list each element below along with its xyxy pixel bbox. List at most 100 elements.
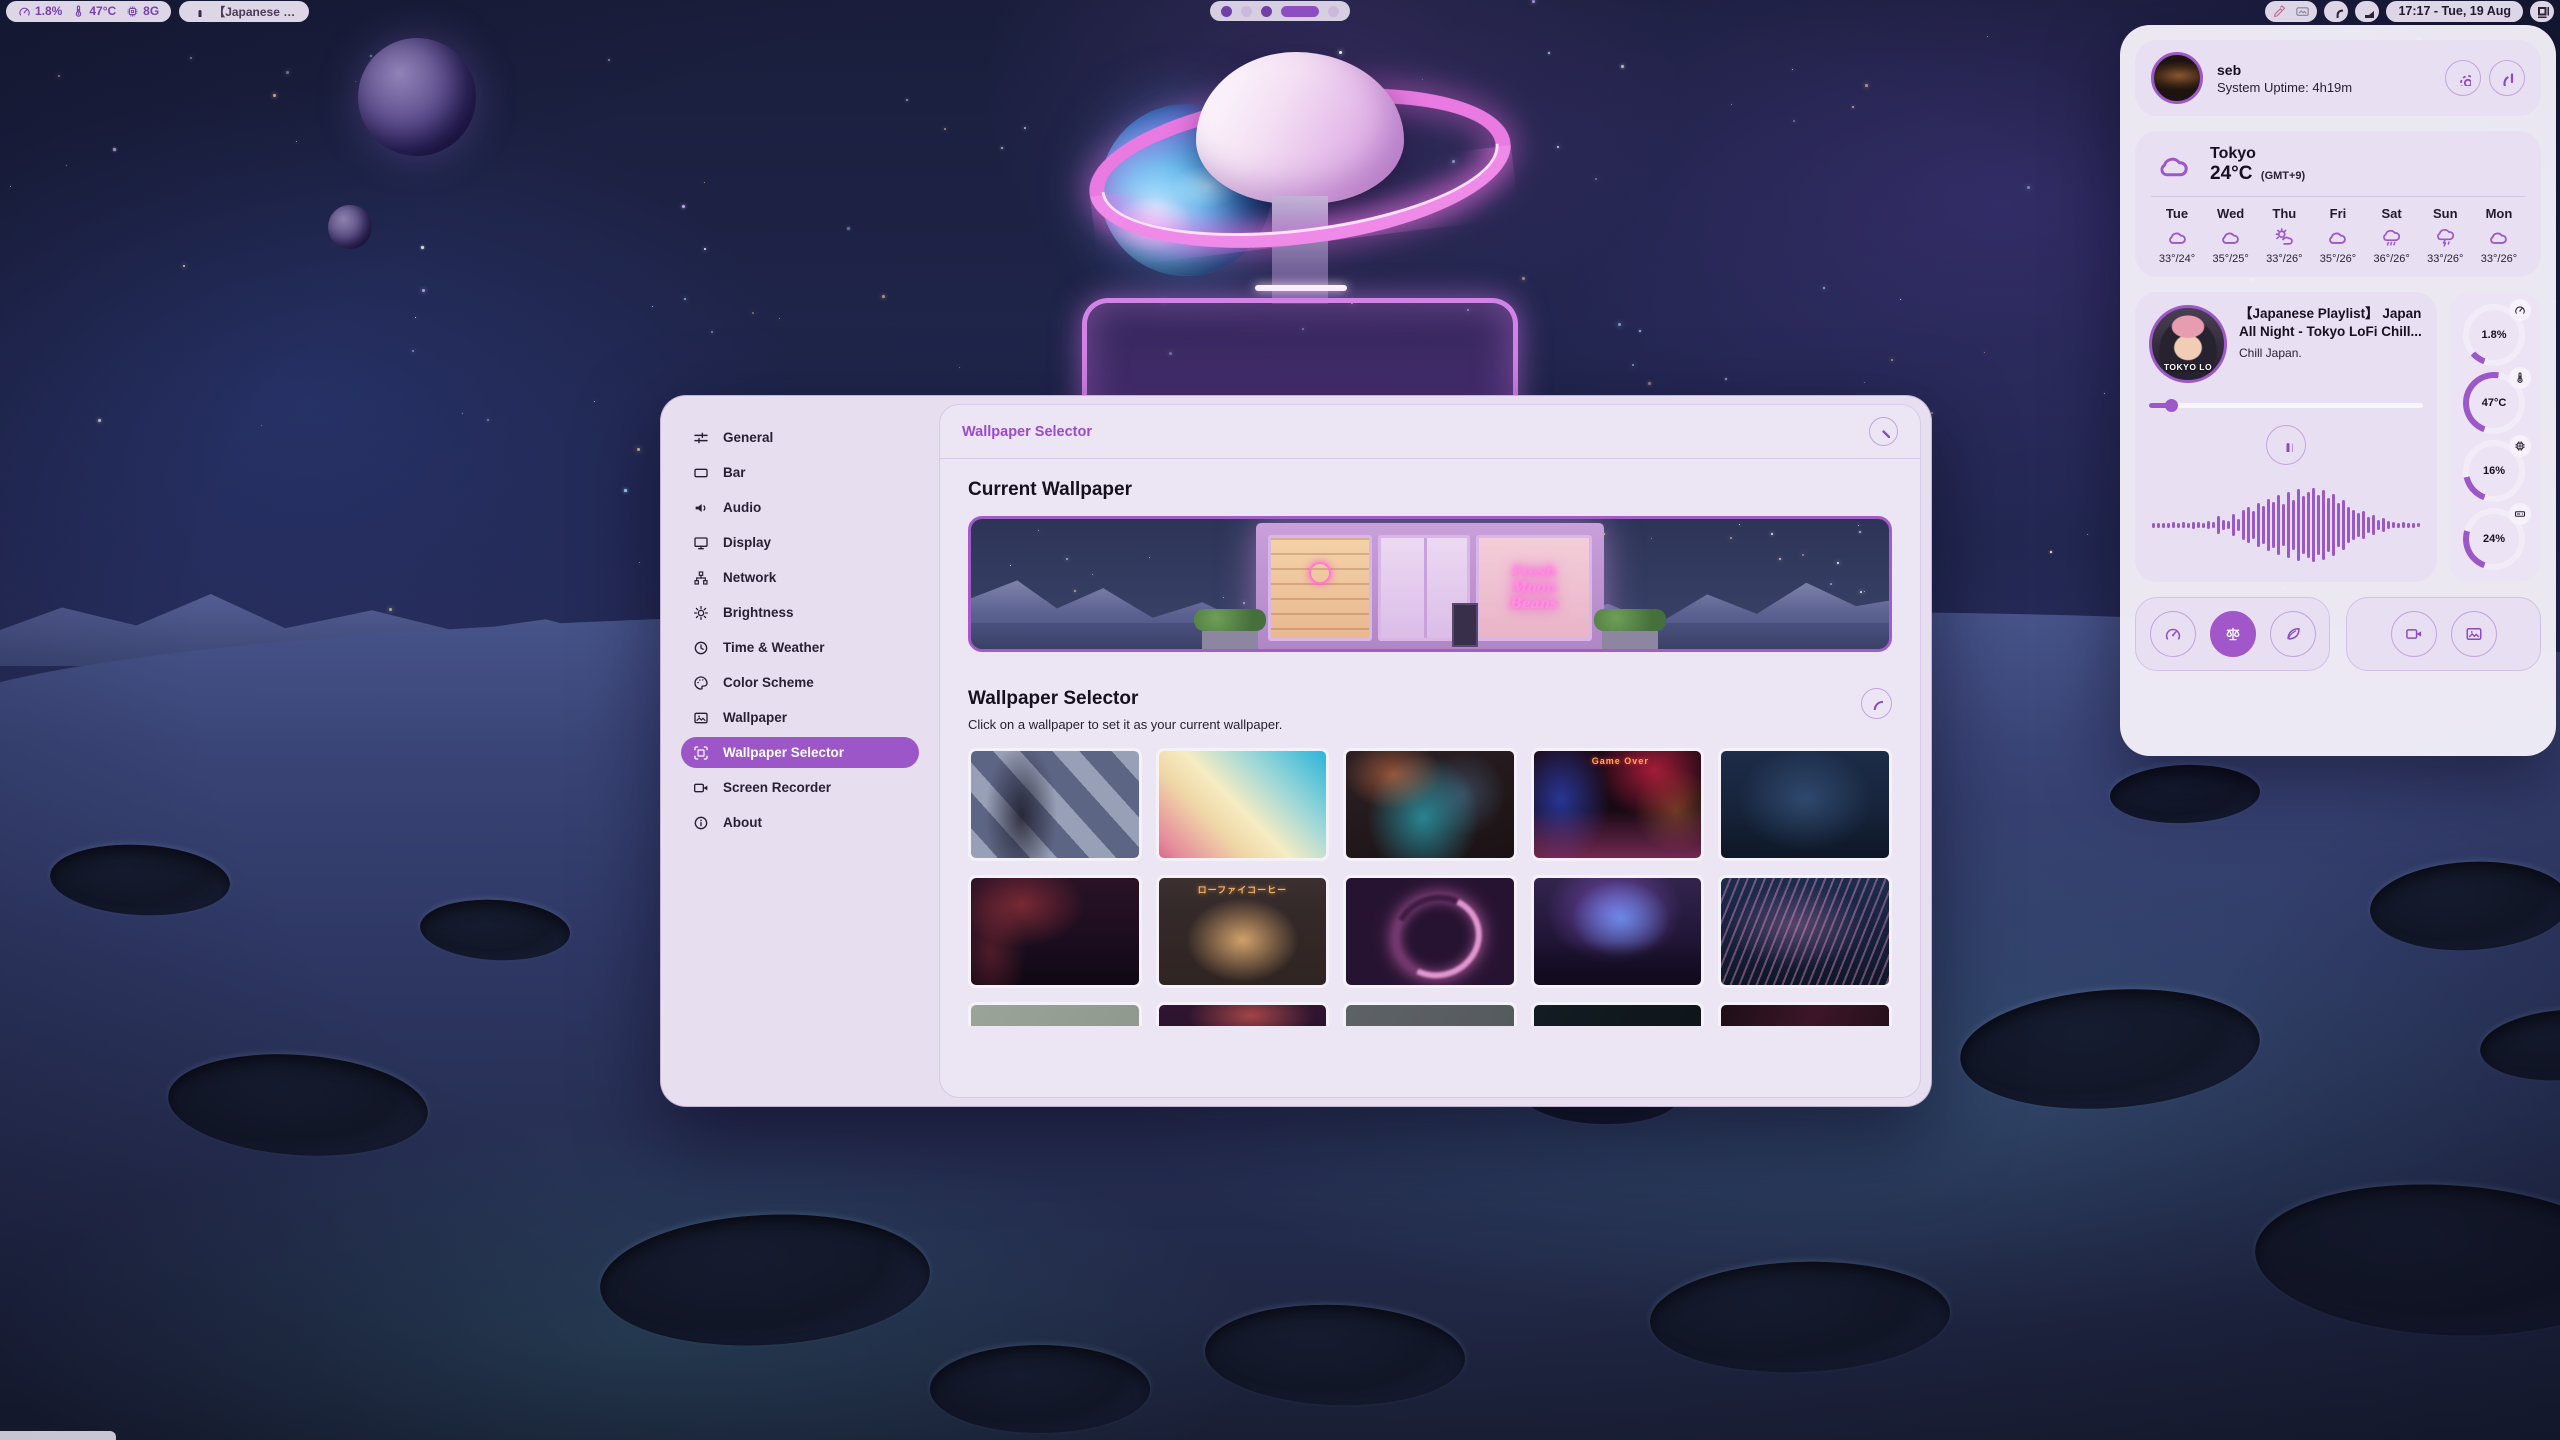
visualizer-bar [2372, 515, 2375, 535]
color-picker-tray-icon[interactable] [2272, 4, 2287, 19]
sidebar-item-icon [693, 780, 709, 796]
close-button[interactable] [1869, 417, 1898, 446]
visualizer-bar [2302, 496, 2305, 554]
forecast-day-name: Mon [2486, 206, 2513, 221]
wallpaper-maroon-abstract[interactable] [1718, 1002, 1892, 1026]
wallpaper-anime-girl-crosswalk[interactable] [968, 748, 1142, 861]
visualizer-bar [2167, 523, 2170, 528]
sidebar-item[interactable]: Network [681, 562, 919, 593]
side-panel: seb System Uptime: 4h19m Tokyo 24°C [2120, 25, 2556, 756]
visualizer-bar [2207, 521, 2210, 529]
thumbnail-label: ローファイコーヒー [1159, 883, 1327, 896]
user-card: seb System Uptime: 4h19m [2135, 40, 2541, 116]
bottom-button-row [2135, 597, 2541, 671]
neon-text: Beans [1510, 596, 1558, 612]
powersaver-profile-button[interactable] [2270, 611, 2316, 657]
media-progress-slider[interactable] [2149, 399, 2423, 412]
visualizer-bar [2322, 490, 2325, 560]
cafe-plant-right [1594, 609, 1666, 649]
sidebar-item[interactable]: Wallpaper Selector [681, 737, 919, 768]
forecast-temps: 33°/26° [2481, 253, 2517, 265]
sidebar-item-label: Wallpaper [723, 710, 787, 725]
stat-icon [72, 5, 85, 18]
cpu-temp-ring: 47°C [2463, 370, 2527, 436]
forecast-day: Sun 33°/26° [2419, 206, 2471, 265]
ring-icon-badge [2509, 435, 2531, 457]
wallpaper-nebula-forest[interactable] [1531, 875, 1705, 988]
refresh-button[interactable] [1861, 688, 1892, 719]
wallpaper-sage-plain[interactable] [968, 1002, 1142, 1026]
bar-stat: 8G [126, 4, 159, 18]
screenshot-tray-icon[interactable] [2295, 4, 2310, 19]
ring-value: 16% [2483, 465, 2505, 477]
wallpaper-teal-blur[interactable] [1343, 748, 1517, 861]
sidebar-item[interactable]: Wallpaper [681, 702, 919, 733]
wallpaper-dark-plain[interactable] [1531, 1002, 1705, 1026]
wallpaper-snowy-castle[interactable] [1718, 748, 1892, 861]
visualizer-bar [2367, 517, 2370, 533]
wallpaper-grey-plain[interactable] [1343, 1002, 1517, 1026]
visualizer-bar [2417, 523, 2420, 527]
sidebar-item[interactable]: Screen Recorder [681, 772, 919, 803]
workspace-dot[interactable] [1328, 6, 1339, 17]
wallpaper-neon-arcade[interactable]: Game Over [1531, 748, 1705, 861]
slider-thumb[interactable] [2165, 399, 2178, 412]
sidebar-item[interactable]: General [681, 422, 919, 453]
cafe-window-left [1268, 535, 1372, 641]
sidebar-item[interactable]: Brightness [681, 597, 919, 628]
volume-icon [2361, 5, 2374, 18]
sidebar-item[interactable]: Bar [681, 457, 919, 488]
volume-button[interactable] [2355, 1, 2379, 22]
stat-icon [18, 5, 31, 18]
sidebar-item[interactable]: Time & Weather [681, 632, 919, 663]
balanced-profile-button[interactable] [2210, 611, 2256, 657]
sidebar-item[interactable]: Audio [681, 492, 919, 523]
sidebar-item-icon [693, 640, 709, 656]
forecast-day-name: Thu [2272, 206, 2296, 221]
wallpaper-pastel-gradient[interactable] [1156, 748, 1330, 861]
forecast-weather-icon [2433, 226, 2458, 248]
desktop: 1.8% 47°C 8G 【Japanese Playlist】 J... [0, 0, 2560, 1440]
gear-icon [2456, 71, 2471, 86]
clock-pill[interactable]: 17:17 - Tue, 19 Aug [2386, 1, 2523, 22]
visualizer-bar [2272, 502, 2275, 548]
top-bar: 1.8% 47°C 8G 【Japanese Playlist】 J... [0, 0, 2560, 22]
ring-icon [2514, 372, 2526, 384]
wallpaper-button[interactable] [2451, 611, 2497, 657]
visualizer-bar [2202, 523, 2205, 528]
notifications-button[interactable] [2324, 1, 2348, 22]
visualizer-bar [2337, 503, 2340, 547]
system-stats-pill: 1.8% 47°C 8G [6, 1, 171, 22]
sidebar-item[interactable]: Color Scheme [681, 667, 919, 698]
wallpaper-wireframe-wave[interactable] [1718, 875, 1892, 988]
app-launcher-button[interactable] [2530, 1, 2554, 22]
neon-text: Moon [1512, 580, 1556, 596]
workspace-dot[interactable] [1261, 6, 1272, 17]
wallpaper-purple-ring[interactable] [1343, 875, 1517, 988]
forecast-day: Tue 33°/24° [2151, 206, 2203, 265]
visualizer-bar [2312, 488, 2315, 562]
workspace-dot[interactable] [1281, 6, 1319, 17]
panel-header: Wallpaper Selector [940, 405, 1920, 459]
workspace-dot[interactable] [1221, 6, 1232, 17]
screen-recorder-button[interactable] [2391, 611, 2437, 657]
performance-profile-button[interactable] [2150, 611, 2196, 657]
sidebar-item[interactable]: About [681, 807, 919, 838]
forecast-day-name: Wed [2217, 206, 2244, 221]
play-pause-button[interactable] [2266, 425, 2306, 465]
audio-visualizer [2149, 481, 2423, 569]
disk-ring: 24% [2463, 506, 2527, 572]
workspace-dot[interactable] [1241, 6, 1252, 17]
settings-button[interactable] [2445, 60, 2481, 96]
sidebar-item-icon [693, 500, 709, 516]
wallpaper-crimson-forest[interactable] [968, 875, 1142, 988]
stat-value: 1.8% [35, 4, 62, 18]
power-button[interactable] [2489, 60, 2525, 96]
wallpaper-red-trees[interactable] [1156, 1002, 1330, 1026]
wallpaper-lofi-coffee-shop[interactable]: ローファイコーヒー [1156, 875, 1330, 988]
ring-value: 1.8% [2481, 329, 2506, 341]
visualizer-bar [2172, 522, 2175, 528]
sidebar-item[interactable]: Display [681, 527, 919, 558]
weather-forecast: Tue 33°/24° Wed 35°/25° Thu 33°/26° Fri … [2151, 206, 2525, 265]
bar-media-pill[interactable]: 【Japanese Playlist】 J... [179, 1, 309, 22]
